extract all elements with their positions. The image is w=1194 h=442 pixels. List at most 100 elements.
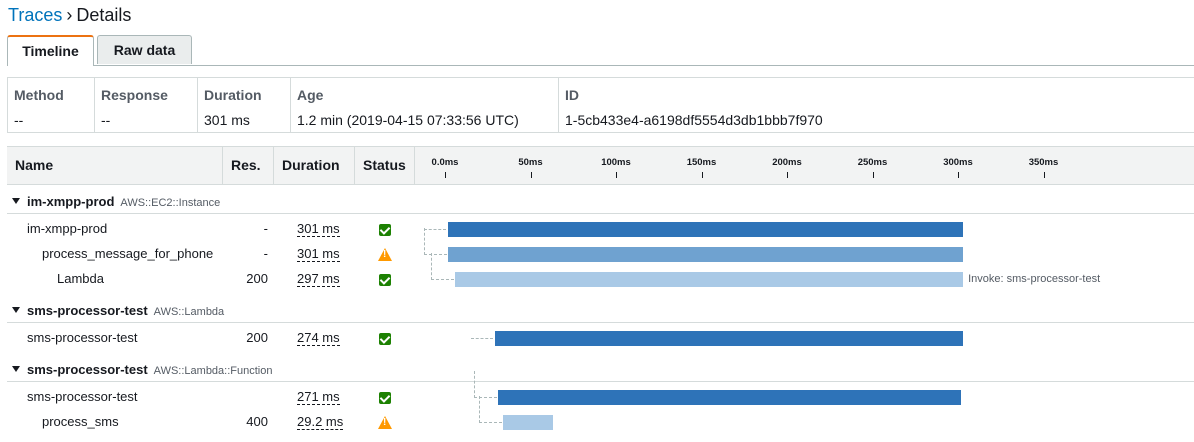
axis-tick-label: 200ms xyxy=(772,157,802,168)
segment-row[interactable]: sms-processor-test 200 274 ms xyxy=(0,326,1194,351)
group-name: sms-processor-test xyxy=(27,362,148,377)
group-type: AWS::Lambda::Function xyxy=(153,365,273,377)
segment-response: 400 xyxy=(246,414,268,429)
segment-timeline-bar[interactable] xyxy=(503,415,554,430)
segment-duration-link[interactable]: 301 ms xyxy=(297,221,340,237)
segment-connector xyxy=(474,371,497,398)
segment-response: 200 xyxy=(246,271,268,286)
axis-tick-mark xyxy=(445,172,446,178)
collapse-caret-icon[interactable] xyxy=(12,198,20,204)
segment-row[interactable]: im-xmpp-prod - 301 ms xyxy=(0,217,1194,242)
segment-row[interactable]: Lambda 200 297 ms Invoke: sms-processor-… xyxy=(0,253,1194,292)
segment-timeline-bar[interactable] xyxy=(448,247,964,262)
segment-response: - xyxy=(263,221,268,236)
axis-tick-mark xyxy=(530,172,532,178)
segment-duration-link[interactable]: 271 ms xyxy=(297,389,340,405)
tab-raw-data[interactable]: Raw data xyxy=(97,35,192,64)
breadcrumb-current: Details xyxy=(76,5,132,25)
tab-divider xyxy=(7,65,1194,66)
id-value: 1-5cb433e4-a6198df5554d3db1bbb7f970 xyxy=(565,112,823,128)
segment-name: Lambda xyxy=(57,271,104,286)
age-value: 1.2 min (2019-04-15 07:33:56 UTC) xyxy=(297,112,519,128)
segment-response: - xyxy=(263,246,268,261)
axis-tick-mark xyxy=(616,172,617,178)
segment-bar-label: Invoke: sms-processor-test xyxy=(968,273,1101,285)
column-duration[interactable]: Duration xyxy=(274,147,355,184)
collapse-caret-icon[interactable] xyxy=(12,366,20,372)
group-sms-processor-test-function[interactable]: sms-processor-test AWS::Lambda::Function xyxy=(0,358,1194,383)
segment-connector xyxy=(424,228,448,255)
breadcrumb-traces-link[interactable]: Traces xyxy=(8,5,62,25)
group-im-xmpp-prod[interactable]: im-xmpp-prod AWS::EC2::Instance xyxy=(0,190,1194,215)
id-label: ID xyxy=(565,87,579,103)
status-warning-icon xyxy=(378,248,392,261)
segment-name: sms-processor-test xyxy=(27,389,138,404)
collapse-caret-icon[interactable] xyxy=(12,307,20,313)
segment-row[interactable]: sms-processor-test 271 ms xyxy=(0,371,1194,410)
group-divider xyxy=(7,322,1194,323)
status-ok-icon xyxy=(379,224,391,236)
segment-timeline-bar[interactable] xyxy=(494,331,964,346)
segment-timeline-bar[interactable] xyxy=(448,222,964,237)
status-ok-icon xyxy=(379,333,391,345)
column-res[interactable]: Res. xyxy=(223,147,274,184)
column-name[interactable]: Name xyxy=(7,147,223,184)
timeline-header: Name Res. Duration Status 0.0ms 50ms 100ms… xyxy=(7,146,1194,185)
segment-row[interactable]: process_sms 400 29.2 ms xyxy=(0,396,1194,435)
segment-name: im-xmpp-prod xyxy=(27,221,108,236)
status-warning-icon xyxy=(378,416,392,429)
segment-connector xyxy=(479,396,503,423)
timeline-axis: 0.0ms 50ms 100ms 150ms 200ms 250ms 300ms 350ms xyxy=(415,147,1194,184)
axis-tick-mark xyxy=(1043,172,1045,178)
age-label: Age xyxy=(297,87,324,103)
axis-tick-mark xyxy=(787,172,788,178)
segment-duration-link[interactable]: 297 ms xyxy=(297,271,340,287)
trace-summary: Method -- Response -- Duration 301 ms Ag… xyxy=(7,77,1194,133)
duration-label: Duration xyxy=(204,87,262,103)
group-name: im-xmpp-prod xyxy=(27,194,115,209)
axis-tick-mark xyxy=(872,172,874,178)
segment-response: 200 xyxy=(246,330,268,345)
summary-method: Method -- xyxy=(8,78,95,133)
axis-tick-label: 100ms xyxy=(601,157,631,168)
column-status[interactable]: Status xyxy=(355,147,415,184)
segment-timeline-bar[interactable] xyxy=(455,272,964,287)
breadcrumb-separator: › xyxy=(66,5,73,25)
axis-tick-label: 50ms xyxy=(518,157,543,168)
response-value: -- xyxy=(101,112,111,128)
segment-duration-link[interactable]: 301 ms xyxy=(297,246,340,262)
status-ok-icon xyxy=(379,392,391,404)
segment-duration-link[interactable]: 274 ms xyxy=(297,330,340,346)
axis-tick-mark xyxy=(701,172,703,178)
axis-tick-label: 350ms xyxy=(1028,157,1059,168)
segment-timeline-bar[interactable] xyxy=(498,390,962,405)
axis-tick-label: 250ms xyxy=(857,157,888,168)
group-divider xyxy=(7,381,1194,382)
group-divider xyxy=(7,213,1194,214)
summary-age: Age 1.2 min (2019-04-15 07:33:56 UTC) xyxy=(291,78,559,133)
segment-name: sms-processor-test xyxy=(27,330,138,345)
group-type: AWS::EC2::Instance xyxy=(120,197,221,209)
segment-connector xyxy=(431,253,455,280)
group-name: sms-processor-test xyxy=(27,303,148,318)
group-type: AWS::Lambda xyxy=(153,306,225,318)
axis-tick-label: 150ms xyxy=(686,157,717,168)
status-ok-icon xyxy=(379,274,391,286)
response-label: Response xyxy=(101,87,168,103)
segment-duration-link[interactable]: 29.2 ms xyxy=(297,414,344,430)
axis-tick-label: 300ms xyxy=(943,157,973,168)
method-label: Method xyxy=(14,87,64,103)
segment-row[interactable]: process_message_for_phone - 301 ms xyxy=(0,228,1194,267)
group-sms-processor-test-lambda[interactable]: sms-processor-test AWS::Lambda xyxy=(0,299,1194,324)
tab-timeline[interactable]: Timeline xyxy=(7,35,94,66)
segment-connector xyxy=(470,338,493,339)
breadcrumb: Traces › Details xyxy=(8,4,131,26)
axis-tick-label: 0.0ms xyxy=(431,157,459,168)
segment-name: process_sms xyxy=(42,414,119,429)
summary-id: ID 1-5cb433e4-a6198df5554d3db1bbb7f970 xyxy=(559,78,1194,133)
duration-value: 301 ms xyxy=(204,112,250,128)
summary-duration: Duration 301 ms xyxy=(198,78,291,133)
method-value: -- xyxy=(14,112,24,128)
summary-response: Response -- xyxy=(95,78,198,133)
axis-tick-mark xyxy=(958,172,959,178)
